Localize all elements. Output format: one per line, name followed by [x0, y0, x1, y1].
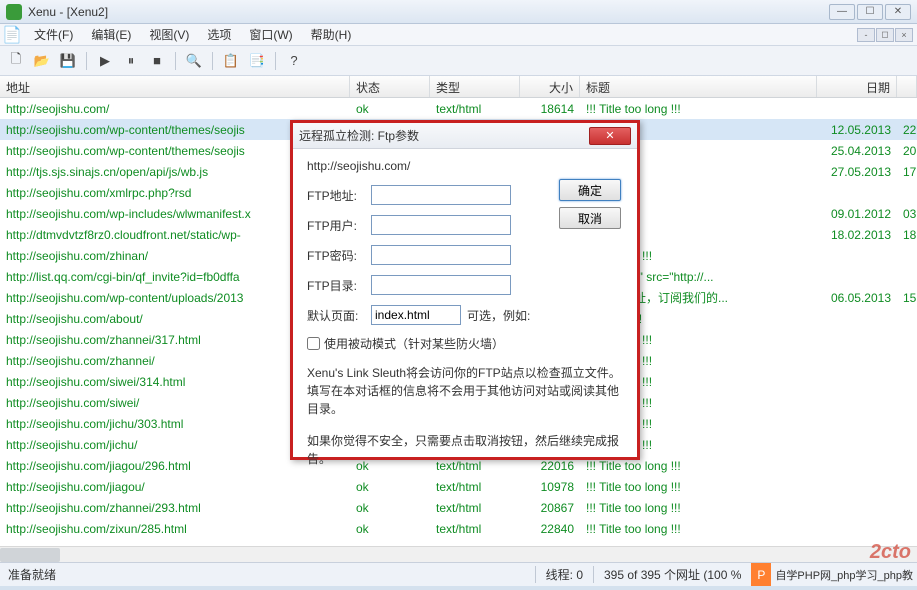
toolbar: 🗋 📂 💾 ▶ ⏸ ■ 🔍 📋 📑 ?	[0, 46, 917, 76]
close-button[interactable]: ✕	[885, 4, 911, 20]
cell-ext: 22	[897, 123, 917, 137]
cell-title: !!! Title too long !!!	[580, 102, 817, 116]
props-icon[interactable]: 📑	[247, 51, 267, 71]
menu-view[interactable]: 视图(V)	[141, 24, 197, 45]
cell-status: ok	[350, 102, 430, 116]
menu-file[interactable]: 文件(F)	[26, 24, 81, 45]
label-default-page: 默认页面:	[307, 307, 365, 324]
new-icon[interactable]: 🗋	[6, 51, 26, 71]
header-date[interactable]: 日期	[817, 76, 897, 97]
input-ftp-addr[interactable]	[371, 185, 511, 205]
cell-date: 09.01.2012	[817, 207, 897, 221]
status-ready: 准备就绪	[0, 566, 535, 583]
header-extra[interactable]	[897, 76, 917, 97]
header-type[interactable]: 类型	[430, 76, 520, 97]
cell-ext: 15	[897, 291, 917, 305]
column-headers: 地址 状态 类型 大小 标题 日期	[0, 76, 917, 98]
input-ftp-dir[interactable]	[371, 275, 511, 295]
ftp-dialog: 远程孤立检测: Ftp参数 ✕ http://seojishu.com/ FTP…	[290, 120, 640, 460]
header-title[interactable]: 标题	[580, 76, 817, 97]
maximize-button[interactable]: ☐	[857, 4, 883, 20]
label-ftp-dir: FTP目录:	[307, 277, 365, 294]
cell-date: 25.04.2013	[817, 144, 897, 158]
cell-addr: http://seojishu.com/zhannei/293.html	[0, 501, 350, 515]
cancel-button[interactable]: 取消	[559, 207, 621, 229]
cell-date: 18.02.2013	[817, 228, 897, 242]
find-icon[interactable]: 🔍	[184, 51, 204, 71]
cell-type: text/html	[430, 501, 520, 515]
ok-button[interactable]: 确定	[559, 179, 621, 201]
table-row[interactable]: http://seojishu.com/zhannei/293.htmlokte…	[0, 497, 917, 518]
input-default-page[interactable]	[371, 305, 461, 325]
header-status[interactable]: 状态	[350, 76, 430, 97]
label-ftp-user: FTP用户:	[307, 217, 365, 234]
menu-options[interactable]: 选项	[199, 24, 239, 45]
dialog-title: 远程孤立检测: Ftp参数	[299, 127, 589, 144]
header-address[interactable]: 地址	[0, 76, 350, 97]
input-ftp-pass[interactable]	[371, 245, 511, 265]
label-optional: 可选，例如:	[467, 307, 530, 324]
help-icon[interactable]: ?	[284, 51, 304, 71]
status-progress: 395 of 395 个网址 (100 %	[593, 566, 751, 583]
dialog-titlebar: 远程孤立检测: Ftp参数 ✕	[293, 123, 637, 149]
mdi-minimize[interactable]: -	[857, 28, 875, 42]
input-ftp-user[interactable]	[371, 215, 511, 235]
cell-ext: 17	[897, 165, 917, 179]
table-row[interactable]: http://seojishu.com/oktext/html18614!!! …	[0, 98, 917, 119]
cell-ext: 03	[897, 207, 917, 221]
menu-window[interactable]: 窗口(W)	[241, 24, 300, 45]
cell-size: 20867	[520, 501, 580, 515]
mdi-close[interactable]: ×	[895, 28, 913, 42]
label-passive: 使用被动模式（针对某些防火墙）	[324, 335, 504, 352]
cell-date: 27.05.2013	[817, 165, 897, 179]
stop-icon[interactable]: ■	[147, 51, 167, 71]
menu-edit[interactable]: 编辑(E)	[83, 24, 139, 45]
titlebar: Xenu - [Xenu2] — ☐ ✕	[0, 0, 917, 24]
cell-addr: http://seojishu.com/	[0, 102, 350, 116]
cell-date: 06.05.2013	[817, 291, 897, 305]
menu-help[interactable]: 帮助(H)	[303, 24, 360, 45]
label-ftp-addr: FTP地址:	[307, 187, 365, 204]
play-icon[interactable]: ▶	[95, 51, 115, 71]
app-icon	[6, 4, 22, 20]
menubar: 📄 文件(F) 编辑(E) 视图(V) 选项 窗口(W) 帮助(H) - ◻ ×	[0, 24, 917, 46]
cell-size: 22840	[520, 522, 580, 536]
window-title: Xenu - [Xenu2]	[28, 5, 829, 19]
open-icon[interactable]: 📂	[32, 51, 52, 71]
checkbox-passive[interactable]	[307, 337, 320, 350]
mdi-restore[interactable]: ◻	[876, 28, 894, 42]
cell-size: 18614	[520, 102, 580, 116]
table-row[interactable]: http://seojishu.com/zixun/285.htmloktext…	[0, 518, 917, 539]
cell-title: !!! Title too long !!!	[580, 501, 817, 515]
pause-icon[interactable]: ⏸	[121, 51, 141, 71]
doc-icon: 📄	[4, 28, 20, 42]
status-threads: 线程: 0	[535, 566, 593, 583]
copy-icon[interactable]: 📋	[221, 51, 241, 71]
dialog-url: http://seojishu.com/	[307, 159, 623, 173]
dialog-close-button[interactable]: ✕	[589, 127, 631, 145]
cell-addr: http://seojishu.com/zixun/285.html	[0, 522, 350, 536]
watermark: 2cto	[870, 541, 911, 564]
scrollbar-thumb[interactable]	[0, 548, 60, 562]
cell-type: text/html	[430, 522, 520, 536]
cell-ext: 20	[897, 144, 917, 158]
cell-date: 12.05.2013	[817, 123, 897, 137]
cell-title: !!! Title too long !!!	[580, 522, 817, 536]
header-size[interactable]: 大小	[520, 76, 580, 97]
minimize-button[interactable]: —	[829, 4, 855, 20]
dialog-info2: 如果你觉得不安全，只需要点击取消按钮，然后继续完成报告。	[307, 432, 623, 468]
statusbar: 准备就绪 线程: 0 395 of 395 个网址 (100 % P 自学PHP…	[0, 562, 917, 586]
cell-status: ok	[350, 522, 430, 536]
ext-label: 自学PHP网_php学习_php教	[771, 567, 917, 583]
dialog-info1: Xenu's Link Sleuth将会访问你的FTP站点以检查孤立文件。填写在…	[307, 364, 623, 418]
cell-type: text/html	[430, 102, 520, 116]
ext-badge-icon: P	[751, 563, 771, 586]
cell-status: ok	[350, 501, 430, 515]
save-icon[interactable]: 💾	[58, 51, 78, 71]
horizontal-scrollbar[interactable]	[0, 546, 917, 562]
cell-ext: 18	[897, 228, 917, 242]
label-ftp-pass: FTP密码:	[307, 247, 365, 264]
